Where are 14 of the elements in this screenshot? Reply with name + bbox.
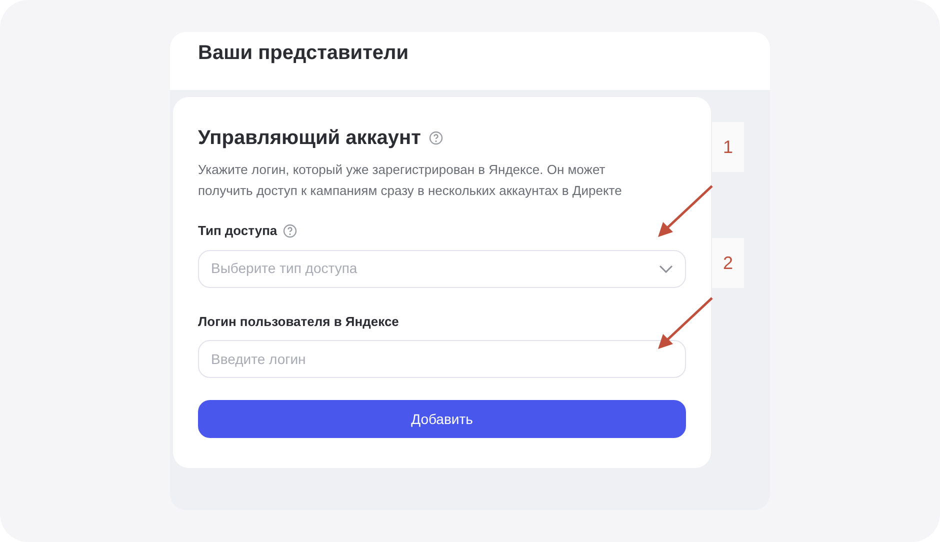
arrow	[655, 184, 715, 240]
help-icon[interactable]	[283, 224, 298, 238]
field-label: Тип доступа	[198, 222, 278, 240]
callout-number: 2	[712, 238, 744, 288]
callout-number: 1	[712, 122, 744, 172]
chevron-down-icon	[659, 264, 673, 272]
arrow	[655, 296, 715, 352]
field-label: Логин пользователя в Яндексе	[198, 312, 399, 331]
login-input[interactable]: Введите логин	[198, 340, 686, 378]
card-description: Укажите логин, который уже зарегистрирован в Яндексе. Он может получить доступ к кампаниям сразу в нескольких аккаунтах в Директе	[198, 161, 623, 200]
help-icon[interactable]	[428, 131, 443, 145]
add-button[interactable]: Добавить	[198, 400, 686, 438]
card-title: Управляющий аккаунт	[198, 126, 421, 151]
page-title: Ваши представители	[198, 42, 408, 64]
